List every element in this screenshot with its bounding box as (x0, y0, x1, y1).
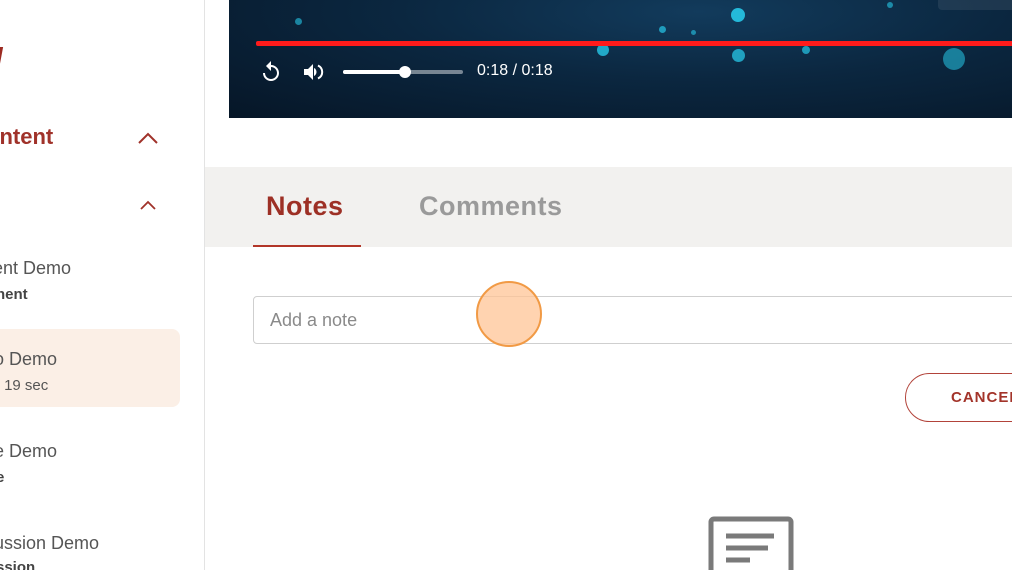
cancel-button[interactable]: CANCEL (905, 373, 1012, 422)
video-progress-bar[interactable] (256, 41, 1012, 46)
tab-notes[interactable]: Notes (266, 191, 344, 222)
replay-icon[interactable] (259, 58, 283, 86)
section-heading[interactable]: ontent (0, 124, 53, 150)
sidebar-item-subtitle: ssion (0, 559, 36, 570)
volume-slider-handle[interactable] (399, 66, 412, 78)
sidebar-item-video-demo[interactable]: o Demo | 19 sec (0, 329, 180, 407)
sidebar-item-subtitle: e (0, 469, 4, 486)
sidebar-item-page-demo[interactable]: e Demo e (0, 436, 180, 496)
sidebar-item-title: ment Demo (0, 258, 72, 278)
video-overlay-corner (938, 0, 1012, 10)
volume-slider[interactable] (343, 66, 463, 78)
course-sidebar: / ontent ment Demo nent o Demo | 19 sec … (0, 0, 205, 570)
volume-icon[interactable] (301, 58, 327, 86)
add-note-input[interactable] (253, 296, 1012, 344)
particle (659, 26, 666, 33)
notes-empty-icon (708, 516, 794, 570)
sidebar-item-subtitle: nent (0, 286, 28, 303)
active-tab-indicator (253, 245, 361, 247)
particle (802, 46, 810, 54)
chevron-up-icon[interactable] (136, 194, 160, 218)
particle (691, 30, 696, 35)
sidebar-item-discussion-demo[interactable]: ussion Demo ssion (0, 528, 180, 570)
click-indicator (476, 281, 542, 347)
particle (731, 8, 745, 22)
sidebar-item-title: o Demo (0, 349, 58, 369)
tab-comments[interactable]: Comments (419, 191, 563, 222)
particle (887, 2, 893, 8)
time-display: 0:18 / 0:18 (477, 62, 553, 79)
volume-slider-fill (343, 70, 406, 74)
app-root: / ontent ment Demo nent o Demo | 19 sec … (0, 0, 1012, 570)
sidebar-item-title: ussion Demo (0, 533, 100, 553)
sidebar-item-title: e Demo (0, 441, 58, 461)
sidebar-item-assessment-demo[interactable]: ment Demo nent (0, 252, 180, 312)
particle (732, 49, 745, 62)
chevron-up-icon[interactable] (136, 127, 160, 151)
notes-comments-tabs: Notes Comments (205, 167, 1012, 247)
particle (295, 18, 302, 25)
particle (943, 48, 965, 70)
video-player[interactable]: 0:18 / 0:18 (229, 0, 1012, 118)
sidebar-item-subtitle: | 19 sec (0, 377, 49, 394)
sidebar-fragment: / (0, 44, 3, 78)
